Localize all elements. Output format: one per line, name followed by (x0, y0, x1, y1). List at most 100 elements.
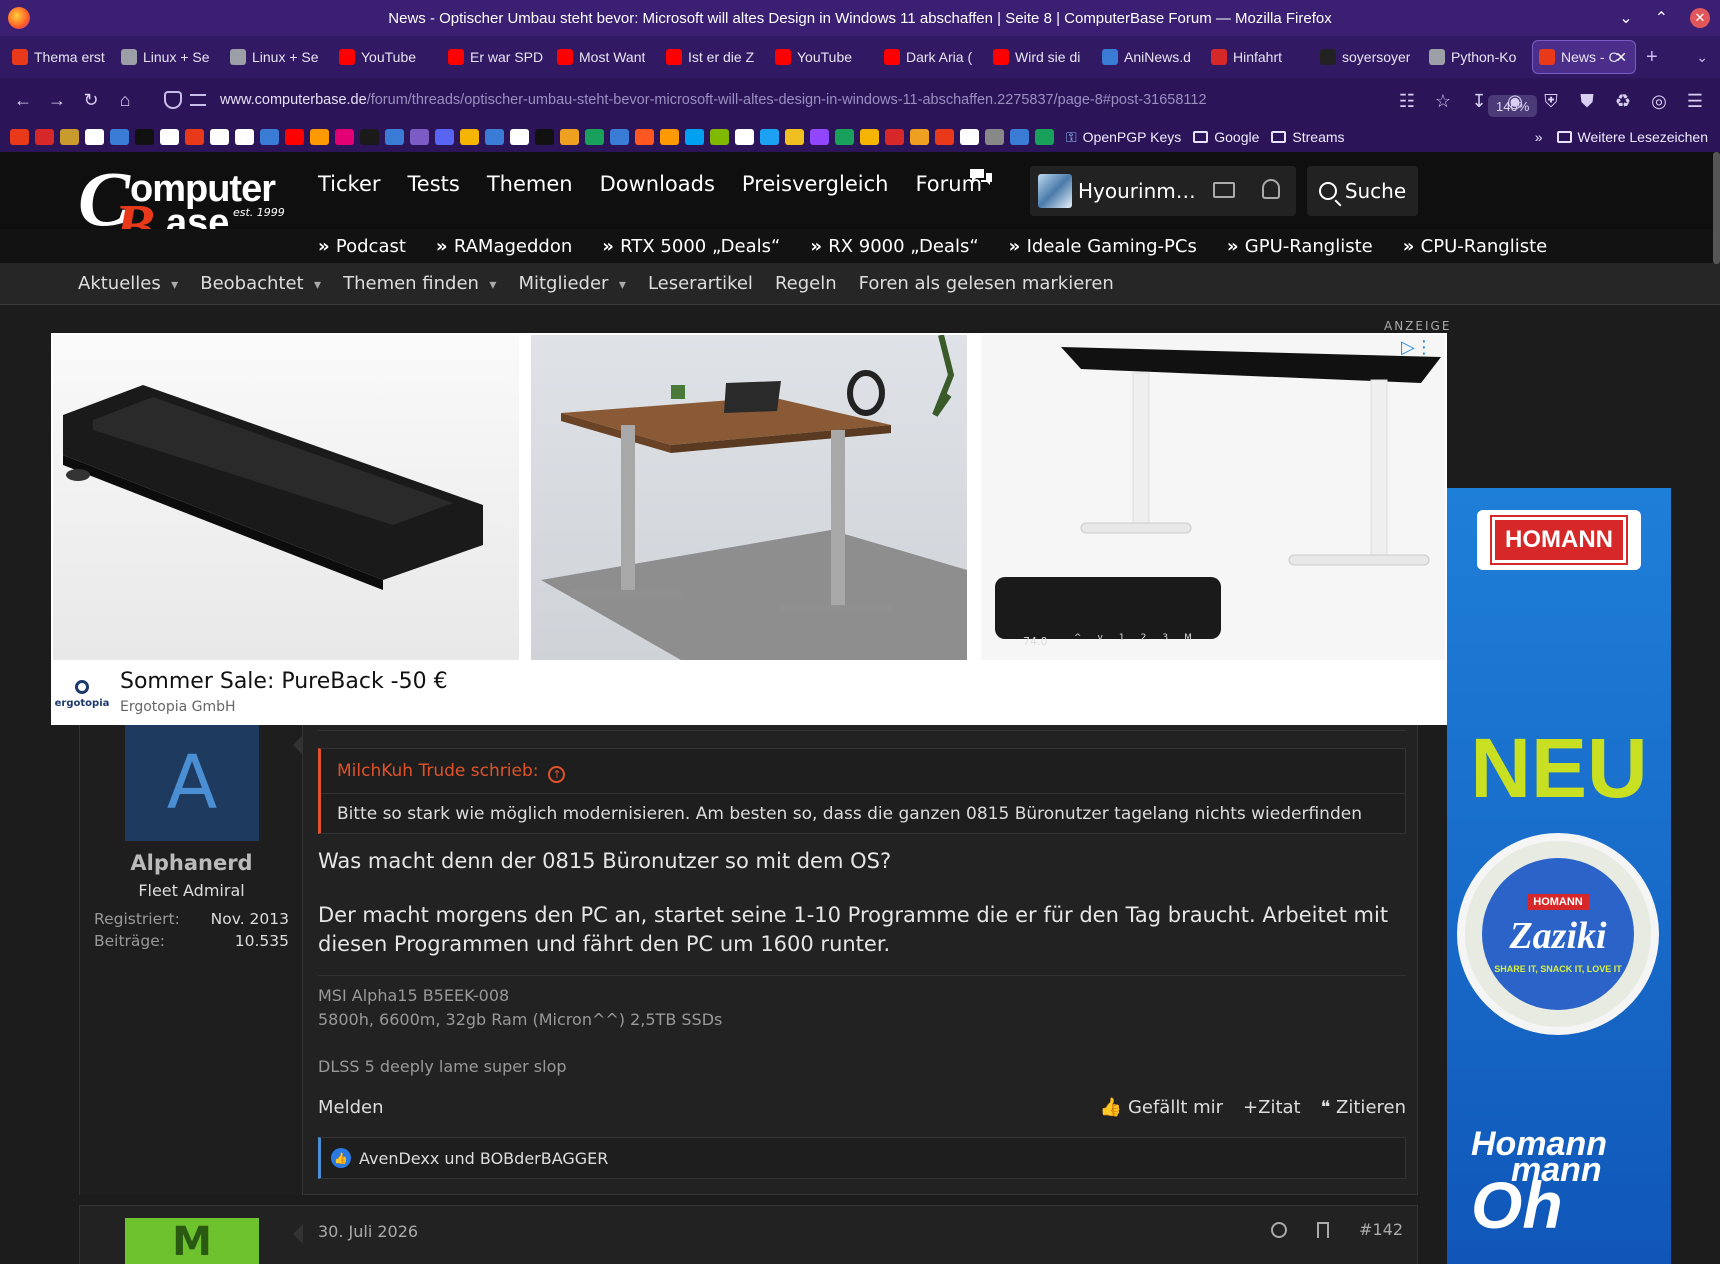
bookmark-icon-31[interactable] (760, 129, 779, 145)
bookmark-icon-8[interactable] (185, 129, 204, 145)
forward-icon[interactable]: → (40, 83, 74, 117)
subnav-item-4[interactable]: » RX 9000 „Deals“ (810, 236, 978, 257)
list-all-tabs-icon[interactable]: ⌄ (1696, 49, 1708, 66)
tab-8[interactable]: YouTube (769, 40, 878, 74)
report-button[interactable]: Melden (318, 1097, 384, 1118)
desk-image[interactable] (531, 335, 967, 660)
bookmark-icon-17[interactable] (410, 129, 429, 145)
bookmark-icon-15[interactable] (360, 129, 379, 145)
tab-15[interactable]: News - C ✕ (1532, 40, 1636, 74)
bitwarden-icon[interactable]: ⛨ (1536, 84, 1566, 118)
profile-icon[interactable]: ◎ (1644, 84, 1674, 118)
subnav-item-3[interactable]: » RTX 5000 „Deals“ (602, 236, 780, 257)
bookmark-icon-28[interactable] (685, 129, 704, 145)
user-menu[interactable]: Hyourinm… (1030, 166, 1296, 216)
bookmark-icon-11[interactable] (260, 129, 279, 145)
url-bar[interactable]: www.computerbase.de/forum/threads/optisc… (150, 84, 1538, 117)
share-icon[interactable] (1271, 1221, 1288, 1238)
bookmark-icon-5[interactable] (110, 129, 129, 145)
bookmark-icon[interactable] (1317, 1221, 1330, 1238)
tab-4[interactable]: YouTube (333, 40, 442, 74)
new-tab-icon[interactable]: + (1646, 46, 1658, 69)
downloads-icon[interactable]: ↧ (1464, 84, 1494, 118)
quote-header[interactable]: MilchKuh Trude schrieb: ↑ (337, 761, 566, 783)
side-ad-banner[interactable]: HOMANN NEU HOMANN Zaziki SHARE IT, SNACK… (1447, 488, 1671, 1264)
bookmark-icon-40[interactable] (985, 129, 1004, 145)
main-nav-ticker[interactable]: Ticker (318, 172, 381, 196)
bookmark-1[interactable]: ⚿ OpenPGP Keys (1066, 129, 1181, 146)
bookmark-icon-32[interactable] (785, 129, 804, 145)
forumnav-item-1[interactable]: Aktuelles (78, 273, 178, 294)
post-author[interactable]: Alphanerd (80, 851, 303, 875)
extensions-icon[interactable]: ♻ (1608, 84, 1638, 118)
tab-2[interactable]: Linux + Se (115, 40, 224, 74)
jump-to-quote-icon[interactable]: ↑ (548, 766, 566, 783)
bookmark-icon-24[interactable] (585, 129, 604, 145)
reactions-bar[interactable]: 👍 AvenDexx und BOBderBAGGER (318, 1137, 1406, 1179)
bookmark-icon-18[interactable] (435, 129, 454, 145)
tab-7[interactable]: Ist er die Z (660, 40, 769, 74)
tab-1[interactable]: Thema erst (6, 40, 115, 74)
bookmark-icon-19[interactable] (460, 129, 479, 145)
subnav-item-5[interactable]: » Ideale Gaming-PCs (1009, 236, 1197, 257)
bookmark-icon-34[interactable] (835, 129, 854, 145)
forumnav-item-2[interactable]: Beobachtet (200, 273, 321, 294)
post-date[interactable]: 30. Juli 2026 (318, 1222, 418, 1241)
subnav-item-2[interactable]: » RAMageddon (436, 236, 572, 257)
subnav-item-7[interactable]: » CPU-Rangliste (1403, 236, 1548, 257)
bookmark-icon-42[interactable] (1035, 129, 1054, 145)
bookmark-icon-1[interactable] (10, 129, 29, 145)
minimize-icon[interactable]: ⌄ (1619, 8, 1632, 28)
back-icon[interactable]: ← (6, 83, 40, 117)
bookmark-icon-9[interactable] (210, 129, 229, 145)
bookmark-icon-7[interactable] (160, 129, 179, 145)
translate-icon[interactable]: ☷ (1392, 84, 1422, 118)
forumnav-item-7[interactable]: Foren als gelesen markieren (859, 273, 1114, 294)
tab-13[interactable]: soyersoyer (1314, 40, 1423, 74)
zitat-button[interactable]: +Zitat (1243, 1097, 1301, 1118)
like-button[interactable]: 👍 Gefällt mir (1100, 1097, 1223, 1118)
bookmark-icon-21[interactable] (510, 129, 529, 145)
forumnav-item-6[interactable]: Regeln (775, 273, 837, 294)
menu-icon[interactable]: ☰ (1680, 84, 1710, 118)
forumnav-item-4[interactable]: Mitglieder (518, 273, 625, 294)
search-button[interactable]: Suche (1307, 166, 1418, 216)
bookmark-icon-36[interactable] (885, 129, 904, 145)
shield-icon[interactable] (164, 91, 182, 109)
bookmark-icon-29[interactable] (710, 129, 729, 145)
tab-3[interactable]: Linux + Se (224, 40, 333, 74)
bookmark-icon-3[interactable] (60, 129, 79, 145)
bookmark-icon-39[interactable] (960, 129, 979, 145)
tab-9[interactable]: Dark Aria ( (878, 40, 987, 74)
bookmark-icon-2[interactable] (35, 129, 54, 145)
bookmark-icon-25[interactable] (610, 129, 629, 145)
forumnav-item-3[interactable]: Themen finden (343, 273, 496, 294)
tab-10[interactable]: Wird sie di (987, 40, 1096, 74)
standing-desk-image[interactable]: 74.0 ^ v 1 2 3 M (981, 335, 1445, 660)
bookmark-star-icon[interactable]: ☆ (1428, 84, 1458, 118)
post-number[interactable]: #142 (1359, 1220, 1403, 1239)
tab-6[interactable]: Most Want (551, 40, 660, 74)
bookmark-icon-16[interactable] (385, 129, 404, 145)
subnav-item-6[interactable]: » GPU-Rangliste (1227, 236, 1373, 257)
home-icon[interactable]: ⌂ (108, 83, 142, 117)
user-avatar[interactable]: A (125, 725, 259, 841)
bookmark-icon-35[interactable] (860, 129, 879, 145)
bookmark-icon-20[interactable] (485, 129, 504, 145)
bookmark-icon-12[interactable] (285, 129, 304, 145)
user-avatar[interactable]: M (125, 1218, 259, 1264)
bookmark-2[interactable]: Google (1193, 129, 1259, 145)
bookmark-icon-33[interactable] (810, 129, 829, 145)
bookmark-icon-27[interactable] (660, 129, 679, 145)
close-window-icon[interactable]: ✕ (1690, 8, 1710, 28)
tab-5[interactable]: Er war SPD (442, 40, 551, 74)
page-scrollbar[interactable] (1713, 152, 1720, 264)
maximize-icon[interactable]: ⌃ (1655, 8, 1668, 28)
reload-icon[interactable]: ↻ (74, 83, 108, 117)
tab-14[interactable]: Python-Ko (1423, 40, 1532, 74)
bookmark-icon-30[interactable] (735, 129, 754, 145)
bookmark-icon-4[interactable] (85, 129, 104, 145)
bookmark-icon-26[interactable] (635, 129, 654, 145)
bell-icon[interactable] (1262, 179, 1280, 199)
adchoices-icon[interactable]: ▷⋮ (1401, 337, 1433, 358)
